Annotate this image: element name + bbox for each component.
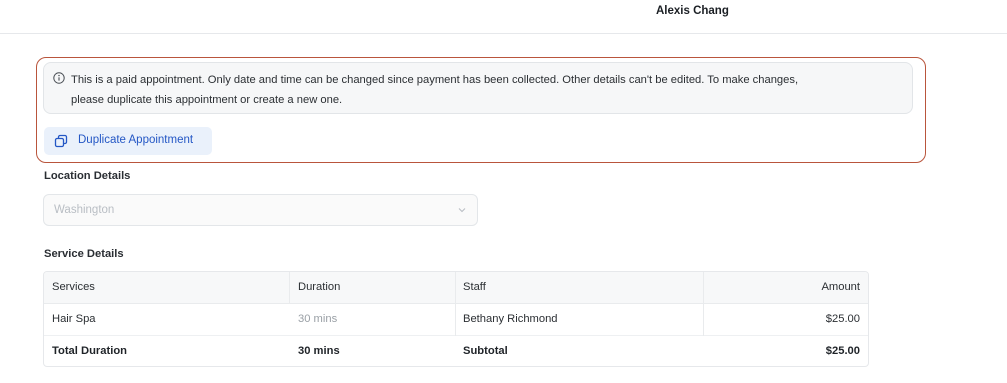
table-row: Hair Spa 30 mins Bethany Richmond $25.00 xyxy=(44,304,868,336)
info-circle-icon xyxy=(53,72,65,84)
table-footer-row: Total Duration 30 mins Subtotal $25.00 xyxy=(44,336,868,366)
service-amount: $25.00 xyxy=(825,313,860,325)
column-header-duration: Duration xyxy=(298,281,341,293)
location-details-title: Location Details xyxy=(44,170,131,182)
location-select[interactable]: Washington xyxy=(43,194,478,226)
user-name[interactable]: Alexis Chang xyxy=(656,5,729,17)
duplicate-appointment-label: Duplicate Appointment xyxy=(78,134,194,146)
paid-appointment-notice: This is a paid appointment. Only date an… xyxy=(43,62,913,114)
subtotal-value: $25.00 xyxy=(825,345,860,357)
service-details-table: Services Duration Staff Amount Hair Spa … xyxy=(43,271,869,367)
column-header-amount: Amount xyxy=(821,281,860,293)
notice-text: This is a paid appointment. Only date an… xyxy=(71,70,891,110)
service-name: Hair Spa xyxy=(52,313,96,325)
total-duration-label: Total Duration xyxy=(52,345,127,357)
notice-line-2: please duplicate this appointment or cre… xyxy=(71,94,343,106)
service-staff: Bethany Richmond xyxy=(463,313,558,325)
location-select-value: Washington xyxy=(54,204,115,216)
column-header-staff: Staff xyxy=(463,281,486,293)
column-divider xyxy=(289,272,290,304)
notice-line-1: This is a paid appointment. Only date an… xyxy=(71,74,799,86)
column-header-services: Services xyxy=(52,281,95,293)
copy-icon xyxy=(54,134,68,148)
table-header-row: Services Duration Staff Amount xyxy=(44,272,868,304)
subtotal-label: Subtotal xyxy=(463,345,508,357)
column-divider xyxy=(703,272,704,304)
column-divider xyxy=(455,272,456,304)
service-details-title: Service Details xyxy=(44,248,124,260)
chevron-down-icon xyxy=(458,208,466,213)
service-duration: 30 mins xyxy=(298,313,338,325)
duplicate-appointment-button[interactable]: Duplicate Appointment xyxy=(44,127,212,155)
total-duration-value: 30 mins xyxy=(298,345,340,357)
column-divider xyxy=(455,304,456,336)
column-divider xyxy=(703,304,704,336)
top-bar: Alexis Chang xyxy=(0,0,1007,34)
